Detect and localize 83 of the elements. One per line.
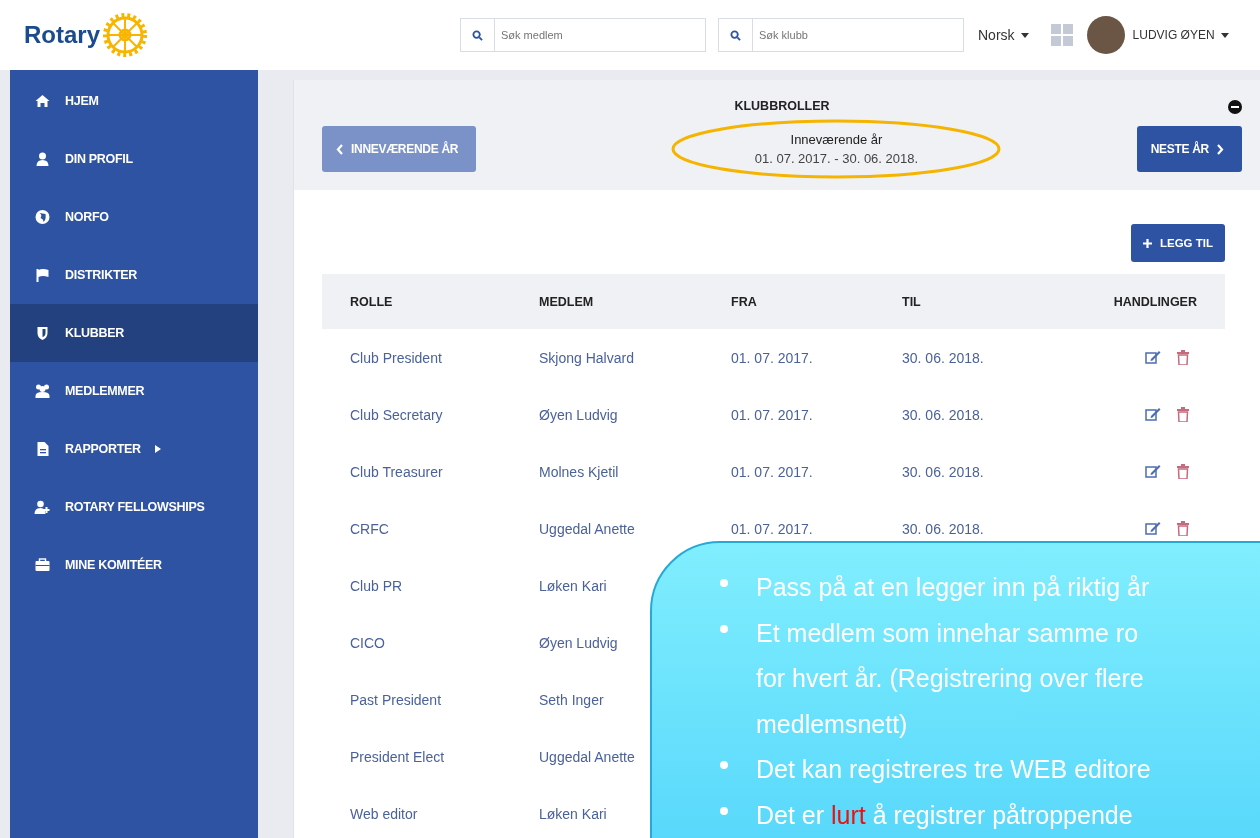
table-cell: 01. 07. 2017. xyxy=(731,520,813,537)
table-cell: Løken Kari xyxy=(539,577,607,594)
table-cell: 01. 07. 2017. xyxy=(731,406,813,423)
search-icon xyxy=(472,29,483,41)
collapse-icon[interactable] xyxy=(1228,100,1242,114)
panel-title: KLUBBROLLER xyxy=(734,99,830,113)
table-cell: President Elect xyxy=(350,748,445,765)
user-icon xyxy=(34,151,51,167)
table-cell: CICO xyxy=(350,634,385,651)
table-cell: Molnes Kjetil xyxy=(539,463,619,480)
table-cell: Uggedal Anette xyxy=(539,748,635,765)
table-cell: 30. 06. 2018. xyxy=(902,463,984,480)
table-cell: Øyen Ludvig xyxy=(539,406,618,423)
table-cell: Skjong Halvard xyxy=(539,349,634,366)
table-cell: 30. 06. 2018. xyxy=(902,406,984,423)
sidebar-item[interactable]: KLUBBER xyxy=(10,304,258,362)
sidebar-item[interactable]: DIN PROFIL xyxy=(10,130,258,188)
bullet-dot xyxy=(720,579,728,587)
period-label: Inneværende år xyxy=(790,132,883,147)
trash-icon[interactable] xyxy=(1177,407,1189,422)
chevron-left-icon xyxy=(336,143,343,155)
sidebar-item[interactable]: DISTRIKTER xyxy=(10,246,258,304)
home-icon xyxy=(34,93,51,109)
column-header: HANDLINGER xyxy=(1113,294,1197,309)
table-cell: Club Treasurer xyxy=(350,463,443,480)
table-cell: Past President xyxy=(350,691,442,708)
globe-icon xyxy=(34,209,51,225)
table-cell: Club Secretary xyxy=(350,406,443,423)
edit-icon[interactable] xyxy=(1145,350,1161,365)
edit-icon[interactable] xyxy=(1145,407,1161,422)
caret-icon[interactable] xyxy=(1220,32,1229,38)
note-text: Det er lurt å registrer påtroppende xyxy=(756,799,1133,831)
column-header: TIL xyxy=(902,294,922,309)
language-dropdown[interactable]: Norsk xyxy=(978,27,1015,43)
user-menu[interactable]: LUDVIG ØYEN xyxy=(1132,28,1215,42)
flag-icon xyxy=(34,267,51,283)
column-header: FRA xyxy=(731,294,758,309)
table-cell: Club President xyxy=(350,349,442,366)
table-cell: Web editor xyxy=(350,805,418,822)
edit-icon[interactable] xyxy=(1145,521,1161,536)
briefcase-icon xyxy=(34,557,51,573)
trash-icon[interactable] xyxy=(1177,350,1189,365)
group-icon xyxy=(34,383,51,399)
table-cell: 01. 07. 2017. xyxy=(731,463,813,480)
sidebar-item[interactable]: MEDLEMMER xyxy=(10,362,258,420)
add-button[interactable]: LEGG TIL xyxy=(1130,224,1225,262)
note-text: Pass på at en legger inn på riktig år xyxy=(756,572,1150,603)
club-search-input[interactable]: Søk klubb xyxy=(752,18,964,52)
sidebar-item[interactable]: MINE KOMITÉER xyxy=(10,536,258,594)
bullet-dot xyxy=(720,761,728,769)
add-user-icon xyxy=(34,499,51,515)
sidebar-item[interactable]: HJEM xyxy=(10,72,258,130)
bullet-dot xyxy=(720,806,728,815)
sidebar-item[interactable]: NORFO xyxy=(10,188,258,246)
table-cell: 01. 07. 2017. xyxy=(731,349,813,366)
sidebar-item[interactable]: RAPPORTER xyxy=(10,420,258,478)
plus-icon xyxy=(1142,238,1152,248)
next-year-button[interactable]: NESTE ÅR xyxy=(1136,126,1242,172)
table-cell: Uggedal Anette xyxy=(539,520,635,537)
trash-icon[interactable] xyxy=(1177,521,1189,536)
table-cell: Øyen Ludvig xyxy=(539,634,618,651)
edit-icon[interactable] xyxy=(1145,464,1161,479)
table-cell: Seth Inger xyxy=(539,691,604,708)
member-search-input[interactable]: Søk medlem xyxy=(494,18,706,52)
sidebar-item[interactable]: ROTARY FELLOWSHIPS xyxy=(10,478,258,536)
table-cell: CRFC xyxy=(350,520,389,537)
gear-wheel-icon xyxy=(102,12,149,58)
search-icon xyxy=(730,29,741,41)
table-cell: 30. 06. 2018. xyxy=(902,349,984,366)
avatar-placeholder xyxy=(1086,16,1125,54)
logo-text: Rotary xyxy=(24,21,101,49)
period-dates: 01. 07. 2017. - 30. 06. 2018. xyxy=(754,151,919,166)
table-cell: Løken Kari xyxy=(539,805,607,822)
bullet-dot xyxy=(720,624,728,633)
column-header: ROLLE xyxy=(350,294,394,309)
note-text: Et medlem som innehar samme ro for hvert år. (Registrering over flere medlemsnett) xyxy=(756,617,1144,740)
column-header: MEDLEM xyxy=(539,294,595,309)
note-text: Det kan registreres tre WEB editore xyxy=(756,754,1151,785)
chevron-right-icon xyxy=(1217,143,1224,155)
table-cell: Club PR xyxy=(350,577,403,594)
caret-icon[interactable] xyxy=(1020,32,1029,38)
trash-icon[interactable] xyxy=(1177,464,1189,479)
table-cell: 30. 06. 2018. xyxy=(902,520,984,537)
